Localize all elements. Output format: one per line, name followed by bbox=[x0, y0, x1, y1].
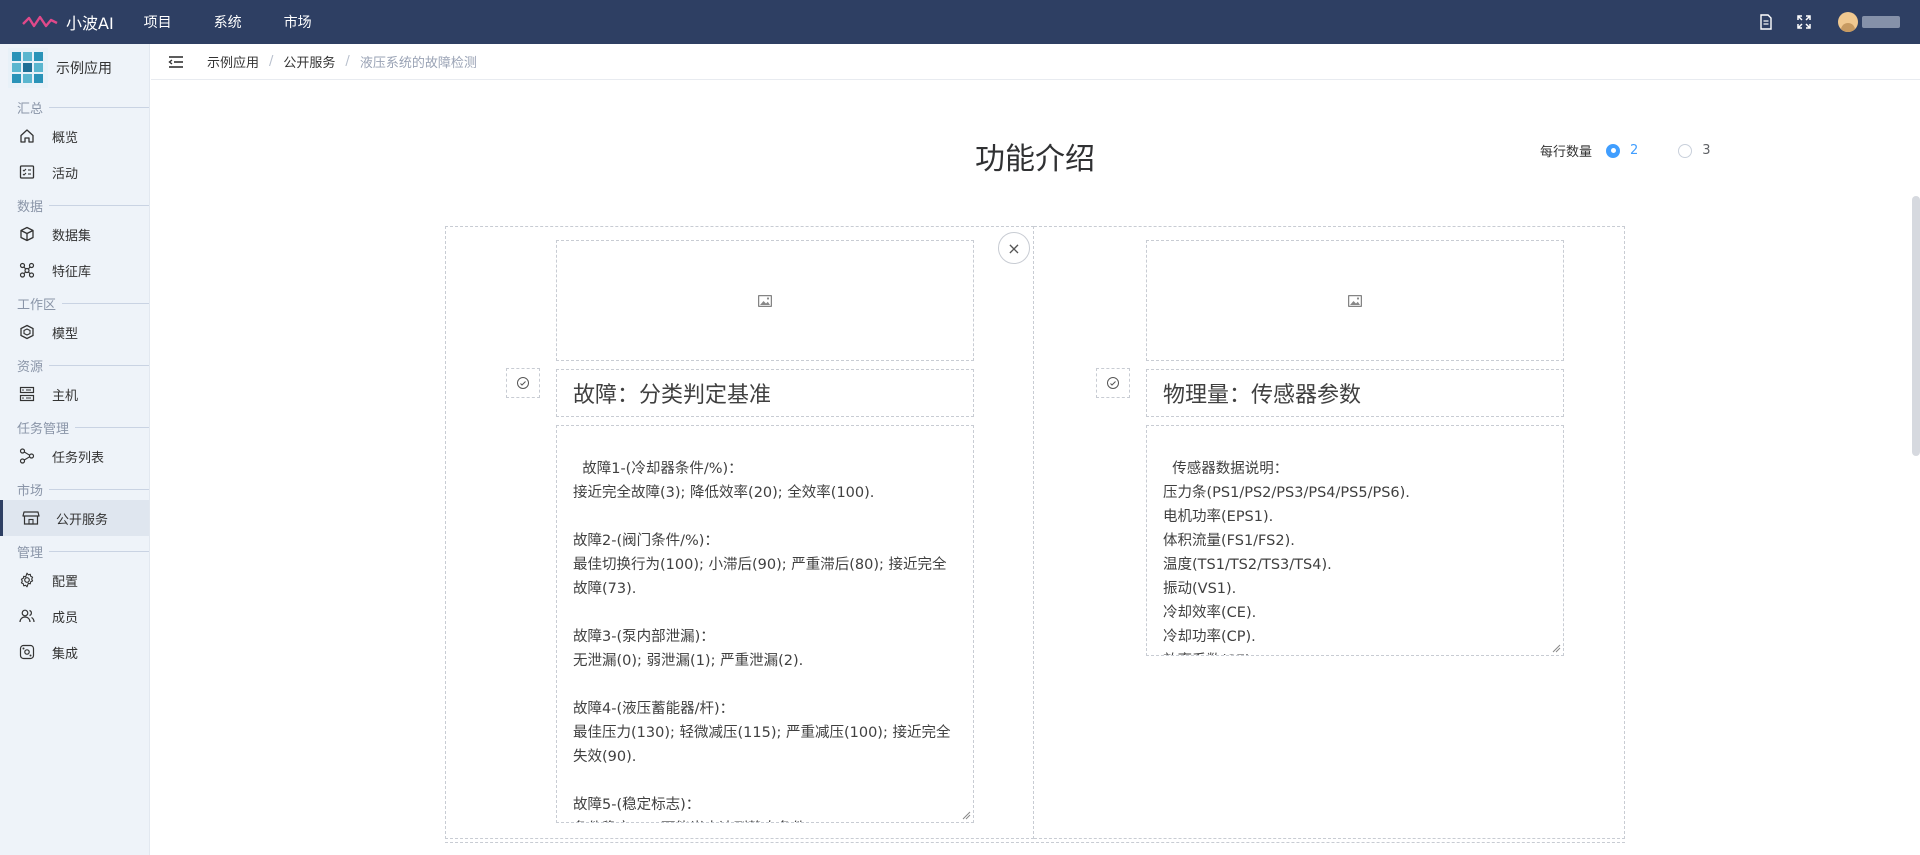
sidebar-item-members[interactable]: 成员 bbox=[0, 598, 149, 634]
resize-handle-icon[interactable] bbox=[962, 811, 971, 820]
image-placeholder-icon bbox=[1348, 294, 1362, 307]
card-1-description[interactable]: 故障1-(冷却器条件/%)： 接近完全故障(3); 降低效率(20); 全效率(… bbox=[556, 425, 974, 823]
sidebar-item-settings[interactable]: 配置 bbox=[0, 562, 149, 598]
nav-item-projects[interactable]: 项目 bbox=[144, 12, 172, 32]
nav-item-system[interactable]: 系统 bbox=[214, 12, 242, 32]
integration-icon bbox=[18, 643, 36, 661]
server-icon bbox=[18, 385, 36, 403]
sidebar-item-task-list[interactable]: 任务列表 bbox=[0, 438, 149, 474]
breadcrumb-bar: 示例应用 / 公开服务 / 液压系统的故障检测 bbox=[151, 44, 1920, 80]
app-name: 示例应用 bbox=[56, 61, 112, 77]
breadcrumb: 示例应用 / 公开服务 / 液压系统的故障检测 bbox=[207, 52, 477, 71]
per-row-selector: 每行数量 2 3 bbox=[1540, 141, 1711, 160]
sidebar-item-models[interactable]: 模型 bbox=[0, 314, 149, 350]
gear-icon bbox=[18, 571, 36, 589]
sidebar-item-overview[interactable]: 概览 bbox=[0, 118, 149, 154]
card-1-drag-handle[interactable] bbox=[506, 368, 540, 398]
wave-logo-icon bbox=[22, 15, 58, 28]
image-placeholder-icon bbox=[758, 294, 772, 307]
top-navbar: 小波AI 项目 系统 市场 bbox=[0, 0, 1920, 44]
document-icon[interactable] bbox=[1758, 14, 1774, 30]
app-logo-icon bbox=[8, 48, 48, 88]
page-title: 功能介绍 bbox=[975, 142, 1095, 177]
card-1-image[interactable] bbox=[556, 240, 974, 361]
sidebar: 示例应用 汇总 概览 活动 数据 数据集 特征库 工作区 模型 资源 主机 任务… bbox=[0, 44, 150, 855]
activity-icon bbox=[18, 163, 36, 181]
group-resources: 资源 bbox=[0, 354, 149, 376]
group-summary: 汇总 bbox=[0, 96, 149, 118]
home-icon bbox=[18, 127, 36, 145]
sidebar-item-hosts[interactable]: 主机 bbox=[0, 376, 149, 412]
card-2-image[interactable] bbox=[1146, 240, 1564, 361]
card-2-title[interactable]: 物理量：传感器参数 bbox=[1146, 369, 1564, 417]
brand-name: 小波AI bbox=[66, 14, 114, 33]
members-icon bbox=[18, 607, 36, 625]
cube-icon bbox=[18, 225, 36, 243]
next-row-outline bbox=[445, 842, 1625, 855]
group-data: 数据 bbox=[0, 194, 149, 216]
remove-card-button[interactable]: × bbox=[998, 232, 1030, 264]
resize-handle-icon[interactable] bbox=[1552, 644, 1561, 653]
breadcrumb-item-public-services[interactable]: 公开服务 bbox=[283, 52, 335, 71]
nodes-icon bbox=[18, 261, 36, 279]
radio-checked-icon bbox=[1606, 143, 1621, 158]
store-icon bbox=[22, 509, 40, 527]
user-avatar[interactable] bbox=[1838, 12, 1858, 32]
nav-item-market[interactable]: 市场 bbox=[284, 12, 312, 32]
sidebar-item-activity[interactable]: 活动 bbox=[0, 154, 149, 190]
sidebar-toggle-icon[interactable] bbox=[167, 53, 185, 71]
sidebar-item-integrations[interactable]: 集成 bbox=[0, 634, 149, 670]
user-name-redacted[interactable] bbox=[1862, 16, 1900, 28]
sidebar-item-public-services[interactable]: 公开服务 bbox=[0, 500, 149, 536]
model-icon bbox=[18, 323, 36, 341]
app-header[interactable]: 示例应用 bbox=[0, 44, 149, 92]
drag-icon bbox=[517, 377, 529, 389]
card-1-title[interactable]: 故障：分类判定基准 bbox=[556, 369, 974, 417]
top-right-tools bbox=[1736, 0, 1900, 44]
group-workspace: 工作区 bbox=[0, 292, 149, 314]
card-2-drag-handle[interactable] bbox=[1096, 368, 1130, 398]
group-task-management: 任务管理 bbox=[0, 416, 149, 438]
close-icon: × bbox=[1007, 238, 1021, 258]
brand[interactable]: 小波AI bbox=[22, 10, 114, 34]
per-row-option-2[interactable]: 2 bbox=[1606, 143, 1638, 158]
breadcrumb-item-current: 液压系统的故障检测 bbox=[359, 56, 477, 71]
main-nav: 项目 系统 市场 bbox=[144, 12, 354, 32]
page-scrollbar[interactable] bbox=[1912, 196, 1920, 456]
group-market: 市场 bbox=[0, 478, 149, 500]
per-row-option-3[interactable]: 3 bbox=[1678, 143, 1711, 158]
sidebar-item-feature-store[interactable]: 特征库 bbox=[0, 252, 149, 288]
sidebar-item-datasets[interactable]: 数据集 bbox=[0, 216, 149, 252]
radio-unchecked-icon bbox=[1678, 143, 1693, 158]
fullscreen-icon[interactable] bbox=[1796, 14, 1812, 30]
breadcrumb-item-app[interactable]: 示例应用 bbox=[207, 52, 259, 71]
per-row-label: 每行数量 bbox=[1540, 145, 1593, 160]
group-admin: 管理 bbox=[0, 540, 149, 562]
drag-icon bbox=[1107, 377, 1119, 389]
task-icon bbox=[18, 447, 36, 465]
card-2-description[interactable]: 传感器数据说明： 压力条(PS1/PS2/PS3/PS4/PS5/PS6). 电… bbox=[1146, 425, 1564, 656]
